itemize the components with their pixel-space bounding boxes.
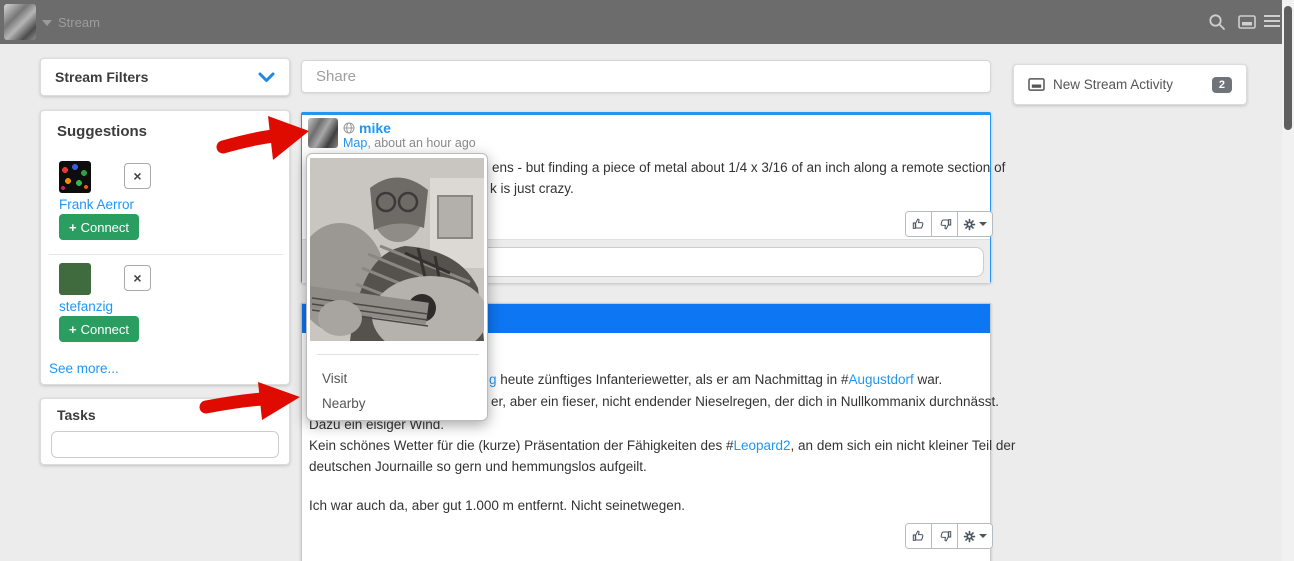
hamburger-menu-icon[interactable] <box>1264 15 1280 30</box>
menu-item-visit[interactable]: Visit <box>307 367 487 391</box>
like-button[interactable] <box>906 524 932 548</box>
suggestion-profile-link[interactable]: stefanzig <box>59 299 113 314</box>
see-more-link[interactable]: See more... <box>49 361 119 376</box>
thumbs-down-icon <box>938 529 952 543</box>
user-menu-caret-icon[interactable] <box>42 20 52 26</box>
post-body-line: er, aber ein fieser, nicht endender Nies… <box>491 391 999 412</box>
activity-count-badge: 2 <box>1212 77 1232 93</box>
task-input[interactable] <box>51 431 279 458</box>
suggestion-avatar[interactable] <box>59 263 91 295</box>
suggestions-panel: Suggestions × Frank Aerror + Connect × s… <box>40 110 290 385</box>
suggestion-avatar[interactable] <box>59 161 91 193</box>
chevron-down-icon <box>258 72 275 83</box>
post-author-avatar[interactable] <box>308 118 338 148</box>
user-avatar[interactable] <box>4 4 36 40</box>
thumbs-up-icon <box>912 217 926 231</box>
post-meta: Map, about an hour ago <box>343 136 476 150</box>
gear-icon <box>963 530 976 543</box>
hashtag-link[interactable]: Augustdorf <box>848 372 913 387</box>
post-timestamp: , about an hour ago <box>367 136 475 150</box>
tasks-panel: Tasks <box>40 398 290 465</box>
connect-label: Connect <box>81 220 129 235</box>
post-menu-button[interactable] <box>958 524 992 548</box>
top-navbar: Stream <box>0 0 1294 44</box>
page-title: Stream <box>58 15 100 30</box>
globe-icon <box>343 122 355 134</box>
thumbs-down-icon <box>938 217 952 231</box>
tasks-title: Tasks <box>57 407 96 423</box>
post-body-text: , an dem sich ein nicht kleiner Teil der <box>791 438 1016 453</box>
connect-button[interactable]: + Connect <box>59 316 139 342</box>
activity-label: New Stream Activity <box>1053 77 1204 92</box>
dismiss-suggestion-button[interactable]: × <box>124 163 151 189</box>
scrollbar-thumb[interactable] <box>1284 6 1292 130</box>
dislike-button[interactable] <box>932 524 958 548</box>
plus-icon: + <box>69 322 77 337</box>
profile-hovercard: Visit Nearby <box>306 153 488 421</box>
stream-filters-label: Stream Filters <box>55 69 148 85</box>
post-body-text: war. <box>914 372 943 387</box>
app-screen: Stream Stream Filters Suggestions × Fran… <box>0 0 1294 561</box>
stream-activity-icon <box>1028 77 1045 92</box>
post-actions <box>905 523 993 549</box>
post-body-text: heute zünftiges Infanteriewetter, als er… <box>497 372 849 387</box>
dismiss-suggestion-button[interactable]: × <box>124 265 151 291</box>
map-link[interactable]: Map <box>343 136 367 150</box>
search-icon[interactable] <box>1208 13 1226 31</box>
like-button[interactable] <box>906 212 932 236</box>
new-stream-activity-button[interactable]: New Stream Activity 2 <box>1013 64 1247 105</box>
post-body-line: deutschen Journaille so gern und hemmung… <box>309 456 647 477</box>
connect-button[interactable]: + Connect <box>59 214 139 240</box>
share-input[interactable] <box>301 60 991 93</box>
gear-icon <box>963 218 976 231</box>
stream-activity-icon[interactable] <box>1238 13 1256 31</box>
divider <box>49 254 283 255</box>
scrollbar[interactable] <box>1282 0 1294 561</box>
divider <box>317 354 479 355</box>
close-icon: × <box>133 168 141 184</box>
dislike-button[interactable] <box>932 212 958 236</box>
suggestion-profile-link[interactable]: Frank Aerror <box>59 197 134 212</box>
close-icon: × <box>133 270 141 286</box>
post-author-link[interactable]: mike <box>359 120 391 136</box>
hashtag-link[interactable]: Leopard2 <box>733 438 790 453</box>
post-body-line: Ich war auch da, aber gut 1.000 m entfer… <box>309 495 685 516</box>
stream-filters-toggle[interactable]: Stream Filters <box>40 58 290 96</box>
plus-icon: + <box>69 220 77 235</box>
connect-label: Connect <box>81 322 129 337</box>
post-actions <box>905 211 993 237</box>
profile-photo <box>310 158 484 341</box>
post-body-line: k is just crazy. <box>490 178 574 199</box>
menu-item-nearby[interactable]: Nearby <box>307 392 487 416</box>
suggestions-title: Suggestions <box>57 123 147 140</box>
thumbs-up-icon <box>912 529 926 543</box>
caret-down-icon <box>979 222 987 226</box>
post-body-line: ens - but finding a piece of metal about… <box>492 157 1005 178</box>
caret-down-icon <box>979 534 987 538</box>
post-body-text: Kein schönes Wetter für die (kurze) Präs… <box>309 438 733 453</box>
post-menu-button[interactable] <box>958 212 992 236</box>
profile-link-fragment[interactable]: g <box>489 372 497 387</box>
